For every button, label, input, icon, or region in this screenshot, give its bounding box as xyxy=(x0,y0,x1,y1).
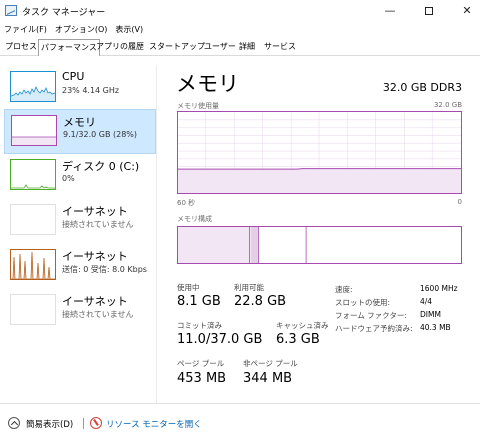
stat-committed-label: コミット済み xyxy=(177,321,222,330)
footer-divider xyxy=(83,418,84,429)
tab-startup[interactable]: スタートアップ xyxy=(149,41,205,52)
sidebar-label-ethernet-1: イーサネット xyxy=(62,205,128,218)
menu-file[interactable]: ファイル(F) xyxy=(0,22,51,38)
sidebar-detail-ethernet-3: 接続されていません xyxy=(62,310,134,319)
stat-available-value: 22.8 GB xyxy=(234,294,287,309)
composition-graph-label: メモリ構成 xyxy=(177,215,212,223)
detail-form-factor-value: DIMM xyxy=(420,310,441,319)
sidebar-label-memory: メモリ xyxy=(63,116,96,129)
sidebar-label-disk: ディスク 0 (C:) xyxy=(62,160,140,173)
sidebar-detail-cpu: 23% 4.14 GHz xyxy=(62,86,120,95)
sidebar-item-ethernet-1[interactable]: イーサネット 接続されていません xyxy=(4,199,156,244)
memory-composition-graph xyxy=(177,226,462,264)
memory-thumbnail-graph xyxy=(11,115,57,146)
sidebar-label-ethernet-2: イーサネット xyxy=(62,250,128,263)
detail-reserved-value: 40.3 MB xyxy=(420,323,451,332)
sidebar-detail-memory: 9.1/32.0 GB (28%) xyxy=(63,130,138,139)
tab-processes[interactable]: プロセス xyxy=(5,41,37,52)
ethernet-1-thumbnail-graph xyxy=(10,204,56,235)
tab-services[interactable]: サービス xyxy=(264,41,296,52)
ethernet-3-thumbnail-graph xyxy=(10,294,56,325)
minimize-button[interactable]: — xyxy=(375,0,405,22)
usage-graph-max: 32.0 GB xyxy=(433,101,462,109)
disk-thumbnail-graph xyxy=(10,159,56,190)
stat-cached-value: 6.3 GB xyxy=(276,332,320,347)
stat-nonpaged-pool-label: 非ページ プール xyxy=(243,359,298,368)
tab-users[interactable]: ユーザー xyxy=(204,41,236,52)
window-title: タスク マネージャー xyxy=(22,8,106,18)
detail-reserved-label: ハードウェア予約済み: xyxy=(335,324,413,333)
sidebar-item-cpu[interactable]: CPU 23% 4.14 GHz xyxy=(4,66,156,111)
sidebar-label-cpu: CPU xyxy=(62,70,85,83)
sidebar-item-ethernet-3[interactable]: イーサネット 接続されていません xyxy=(4,289,156,334)
memory-spec: 32.0 GB DDR3 xyxy=(382,81,462,94)
sidebar-item-memory[interactable]: メモリ 9.1/32.0 GB (28%) xyxy=(4,109,156,154)
stat-committed-value: 11.0/37.0 GB xyxy=(177,332,263,347)
ethernet-2-thumbnail-graph xyxy=(10,249,56,280)
tab-details[interactable]: 詳細 xyxy=(239,41,255,52)
stat-in-use-label: 使用中 xyxy=(177,283,200,292)
sidebar-label-ethernet-3: イーサネット xyxy=(62,295,128,308)
tab-performance[interactable]: パフォーマンス xyxy=(38,39,100,56)
detail-slots-value: 4/4 xyxy=(420,297,433,306)
tab-bar: プロセス パフォーマンス アプリの履歴 スタートアップ ユーザー 詳細 サービス xyxy=(0,39,480,56)
usage-graph-label: メモリ使用量 xyxy=(177,102,219,110)
memory-detail-panel: メモリ 32.0 GB DDR3 メモリ使用量 32.0 GB 60 秒 0 メ… xyxy=(176,66,472,403)
sidebar-item-ethernet-2[interactable]: イーサネット 送信: 0 受信: 8.0 Kbps xyxy=(4,244,156,289)
maximize-icon xyxy=(425,7,433,15)
memory-usage-graph xyxy=(177,111,462,194)
detail-slots-label: スロットの使用: xyxy=(335,298,391,307)
close-button[interactable]: ✕ xyxy=(452,0,480,22)
chevron-up-circle-icon[interactable] xyxy=(8,417,20,429)
detail-form-factor-label: フォーム ファクター: xyxy=(335,311,407,320)
stat-nonpaged-pool-value: 344 MB xyxy=(243,371,293,386)
tab-app-history[interactable]: アプリの履歴 xyxy=(96,41,144,52)
page-title: メモリ xyxy=(176,72,239,96)
stat-in-use-value: 8.1 GB xyxy=(177,294,221,309)
fewer-details-link[interactable]: 簡易表示(D) xyxy=(26,418,73,430)
stat-paged-pool-value: 453 MB xyxy=(177,371,227,386)
stat-cached-label: キャッシュ済み xyxy=(276,321,329,330)
detail-speed-label: 速度: xyxy=(335,285,353,294)
open-resource-monitor-link[interactable]: リソース モニターを開く xyxy=(106,418,202,430)
detail-speed-value: 1600 MHz xyxy=(420,284,458,293)
sidebar-item-disk[interactable]: ディスク 0 (C:) 0% xyxy=(4,154,156,199)
usage-graph-time-right: 0 xyxy=(457,198,462,206)
footer-bar: 簡易表示(D) リソース モニターを開く xyxy=(0,403,480,441)
menu-options[interactable]: オプション(O) xyxy=(51,22,112,38)
stat-paged-pool-label: ページ プール xyxy=(177,359,225,368)
menu-view[interactable]: 表示(V) xyxy=(111,22,147,38)
menu-bar: ファイル(F) オプション(O) 表示(V) xyxy=(0,22,147,38)
resource-monitor-icon[interactable] xyxy=(90,417,102,429)
task-manager-icon xyxy=(5,5,17,16)
sidebar-detail-ethernet-2: 送信: 0 受信: 8.0 Kbps xyxy=(62,265,147,274)
resource-list: CPU 23% 4.14 GHz メモリ 9.1/32.0 GB (28%) デ… xyxy=(0,66,157,403)
usage-graph-time-left: 60 秒 xyxy=(177,199,196,207)
stat-available-label: 利用可能 xyxy=(234,283,264,292)
maximize-button[interactable] xyxy=(414,0,444,22)
sidebar-detail-ethernet-1: 接続されていません xyxy=(62,220,134,229)
cpu-thumbnail-graph xyxy=(10,71,56,102)
sidebar-detail-disk: 0% xyxy=(62,174,75,183)
title-bar: タスク マネージャー — ✕ xyxy=(0,0,480,22)
